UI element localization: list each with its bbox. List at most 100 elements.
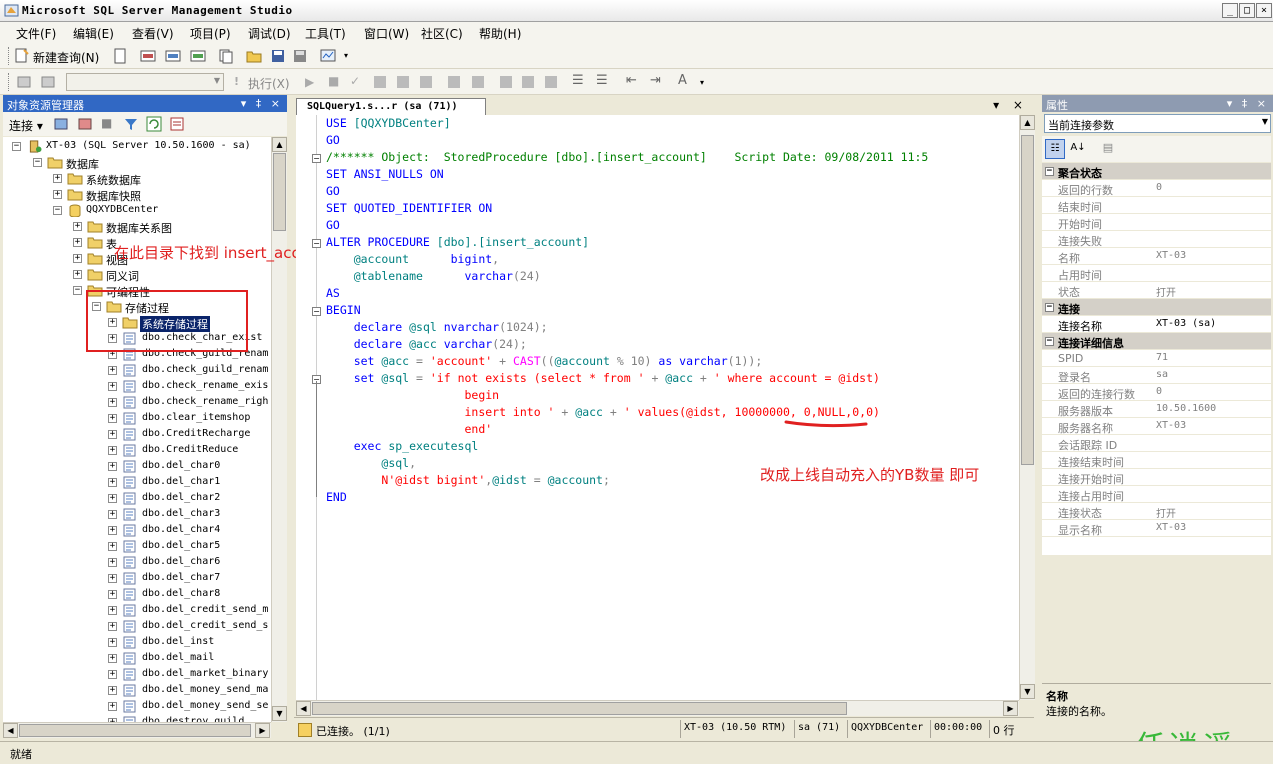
tree-node-databases[interactable]: − 数据库 (3, 155, 271, 171)
specify-values-icon[interactable]: A (678, 73, 687, 88)
property-row[interactable]: 连接开始时间 (1042, 469, 1271, 486)
database-select[interactable]: ▼ (66, 73, 224, 91)
new-file-icon[interactable] (112, 48, 128, 64)
comment-icon[interactable]: ☰ (572, 73, 584, 88)
decrease-indent-icon[interactable]: ⇤ (626, 73, 637, 88)
include-plan-icon[interactable] (446, 74, 462, 90)
property-row[interactable]: 占用时间 (1042, 265, 1271, 282)
panel-pin-controls[interactable]: ▾ ‡ × (1227, 97, 1269, 110)
property-pages-icon[interactable]: ▤ (1098, 139, 1118, 159)
expand-icon[interactable]: + (73, 254, 82, 263)
scroll-up-icon[interactable]: ▲ (1020, 115, 1035, 130)
property-row[interactable]: 状态 打开 (1042, 282, 1271, 299)
expand-icon[interactable]: + (108, 638, 117, 647)
expand-icon[interactable]: + (108, 590, 117, 599)
connect-object-icon[interactable] (53, 116, 69, 132)
scroll-down-icon[interactable]: ▼ (272, 706, 287, 721)
property-row[interactable]: 服务器名称 XT-03 (1042, 418, 1271, 435)
tree-node-procedure[interactable]: + dbo.del_char8 (3, 587, 271, 603)
expand-icon[interactable]: + (108, 478, 117, 487)
summary-icon[interactable] (169, 116, 185, 132)
tree-node-procedure[interactable]: + dbo.del_char7 (3, 571, 271, 587)
sql-editor[interactable]: − − − − USE [QQXYDBCenter] GO /****** Ob… (296, 115, 1019, 700)
activity-monitor-icon[interactable] (320, 48, 336, 64)
categorized-icon[interactable]: ☷ (1045, 139, 1065, 159)
outline-collapse-icon[interactable]: − (312, 239, 321, 248)
menu-project[interactable]: 项目(P) (190, 25, 231, 42)
tab-sqlquery1[interactable]: SQLQuery1.s...r (sa (71)) (296, 98, 486, 115)
expand-icon[interactable]: + (108, 382, 117, 391)
menu-tools[interactable]: 工具(T) (305, 25, 346, 42)
collapse-icon[interactable]: − (53, 206, 62, 215)
menu-community[interactable]: 社区(C) (421, 25, 463, 42)
expand-icon[interactable]: + (108, 510, 117, 519)
collapse-icon[interactable]: − (1045, 337, 1054, 346)
expand-icon[interactable]: + (108, 558, 117, 567)
tree-node-procedure[interactable]: + dbo.del_char0 (3, 459, 271, 475)
menu-window[interactable]: 窗口(W) (364, 25, 409, 42)
property-row[interactable]: 连接失败 (1042, 231, 1271, 248)
results-file-icon[interactable] (543, 74, 559, 90)
property-row[interactable]: 连接占用时间 (1042, 486, 1271, 503)
filter-icon[interactable] (123, 116, 139, 132)
property-category[interactable]: − 连接 (1042, 299, 1271, 316)
tab-controls[interactable]: ▾ × (993, 98, 1028, 112)
expand-icon[interactable]: + (108, 526, 117, 535)
dmx-query-icon[interactable] (165, 48, 181, 64)
scroll-left-icon[interactable]: ◀ (296, 701, 311, 716)
query-designer-icon[interactable] (395, 74, 411, 90)
expand-icon[interactable]: + (108, 574, 117, 583)
expand-icon[interactable]: + (108, 670, 117, 679)
connect-dropdown[interactable]: 连接 ▾ (9, 117, 43, 134)
expand-icon[interactable]: + (108, 654, 117, 663)
connect-icon[interactable] (16, 74, 32, 90)
expand-icon[interactable]: + (108, 606, 117, 615)
expand-icon[interactable]: + (53, 174, 62, 183)
property-row[interactable]: 登录名 sa (1042, 367, 1271, 384)
expand-icon[interactable]: + (73, 238, 82, 247)
property-row[interactable]: 返回的连接行数 0 (1042, 384, 1271, 401)
expand-icon[interactable]: + (108, 686, 117, 695)
close-button[interactable]: × (1256, 3, 1272, 18)
property-row[interactable]: SPID 71 (1042, 350, 1271, 367)
scroll-left-icon[interactable]: ◀ (3, 723, 18, 738)
tree-horizontal-scrollbar[interactable]: ◀ ▶ (3, 722, 271, 738)
toolbar-overflow-icon[interactable]: ▾ (344, 51, 348, 60)
results-text-icon[interactable] (498, 74, 514, 90)
expand-icon[interactable]: + (108, 398, 117, 407)
property-row[interactable]: 连接结束时间 (1042, 452, 1271, 469)
collapse-icon[interactable]: − (12, 142, 21, 151)
tree-node-system-databases[interactable]: + 系统数据库 (3, 171, 271, 187)
property-row[interactable]: 连接名称 XT-03 (sa) (1042, 316, 1271, 333)
property-row[interactable]: 返回的行数 0 (1042, 180, 1271, 197)
collapse-icon[interactable]: − (33, 158, 42, 167)
uncomment-icon[interactable]: ☰ (596, 73, 608, 88)
editor-vertical-scrollbar[interactable]: ▲ ▼ (1019, 115, 1035, 700)
tree-node-procedure[interactable]: + dbo.del_char2 (3, 491, 271, 507)
tree-node-procedure[interactable]: + dbo.destroy_guild (3, 715, 271, 722)
save-icon[interactable] (270, 48, 286, 64)
tree-node-procedure[interactable]: + dbo.del_char4 (3, 523, 271, 539)
tree-node-procedure[interactable]: + dbo.check_guild_renam (3, 363, 271, 379)
tree-node-procedure[interactable]: + dbo.check_rename_righ (3, 395, 271, 411)
results-grid-icon[interactable] (520, 74, 536, 90)
expand-icon[interactable]: + (73, 222, 82, 231)
menu-debug[interactable]: 调试(D) (248, 25, 291, 42)
property-row[interactable]: 连接状态 打开 (1042, 503, 1271, 520)
maximize-button[interactable]: □ (1239, 3, 1255, 18)
tree-node-procedure[interactable]: + dbo.del_money_send_ma (3, 683, 271, 699)
tree-node-procedure[interactable]: + dbo.del_char3 (3, 507, 271, 523)
tree-node-synonyms[interactable]: + 同义词 (3, 267, 271, 283)
tree-node-procedure[interactable]: + dbo.del_credit_send_s (3, 619, 271, 635)
property-category[interactable]: − 连接详细信息 (1042, 333, 1271, 350)
expand-icon[interactable]: + (108, 462, 117, 471)
expand-icon[interactable]: + (108, 430, 117, 439)
refresh-icon[interactable] (146, 116, 162, 132)
tree-node-procedure[interactable]: + dbo.CreditReduce (3, 443, 271, 459)
tree-node-procedure[interactable]: + dbo.del_money_send_se (3, 699, 271, 715)
tree-node-procedure[interactable]: + dbo.CreditRecharge (3, 427, 271, 443)
parse-icon[interactable]: ✓ (350, 74, 360, 88)
tree-node-procedure[interactable]: + dbo.del_market_binary (3, 667, 271, 683)
expand-icon[interactable]: + (108, 446, 117, 455)
collapse-icon[interactable]: − (73, 286, 82, 295)
